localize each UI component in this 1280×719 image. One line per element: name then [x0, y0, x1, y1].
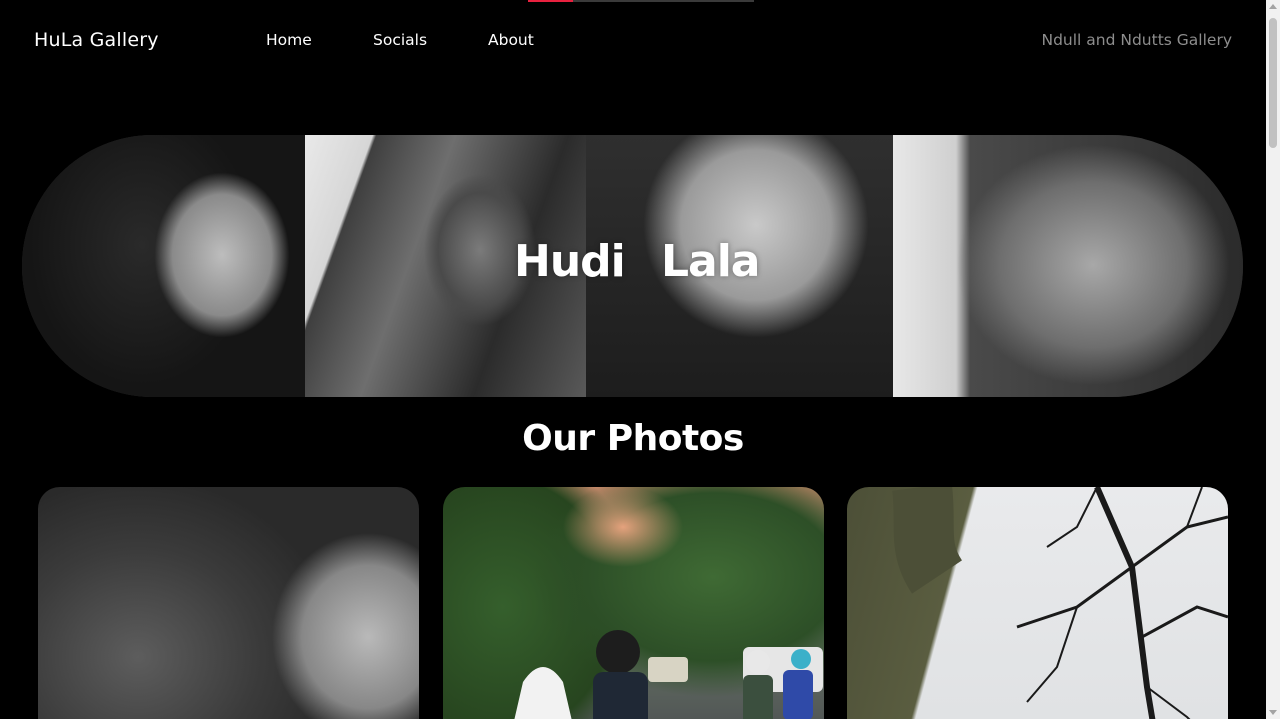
photo-card-3[interactable] — [847, 487, 1228, 719]
brand-logo[interactable]: HuLa Gallery — [34, 29, 159, 51]
nav-socials[interactable]: Socials — [373, 31, 427, 49]
nav-about[interactable]: About — [488, 31, 534, 49]
page: HuLa Gallery Home Socials About Ndull an… — [0, 0, 1280, 719]
hero-photo-1 — [22, 135, 305, 397]
photo-card-2[interactable] — [443, 487, 824, 719]
progress-bar — [528, 0, 754, 2]
hero-name-hudi: Hudi — [514, 236, 626, 287]
scrollbar[interactable] — [1266, 0, 1280, 719]
section-title: Our Photos — [522, 418, 744, 459]
tree-branches — [892, 487, 1228, 719]
hero-photo-4 — [893, 135, 1243, 397]
nav-home[interactable]: Home — [266, 31, 312, 49]
hero-name-lala: Lala — [661, 236, 761, 287]
hero-banner — [22, 135, 1243, 397]
scroll-thumb[interactable] — [1269, 18, 1277, 148]
photo-card-1[interactable] — [38, 487, 419, 719]
scroll-down-arrow-icon[interactable] — [1269, 710, 1277, 715]
scroll-up-arrow-icon[interactable] — [1269, 4, 1277, 9]
progress-fill — [528, 0, 574, 2]
street-scene — [514, 630, 823, 719]
site-tagline: Ndull and Ndutts Gallery — [1041, 31, 1232, 49]
